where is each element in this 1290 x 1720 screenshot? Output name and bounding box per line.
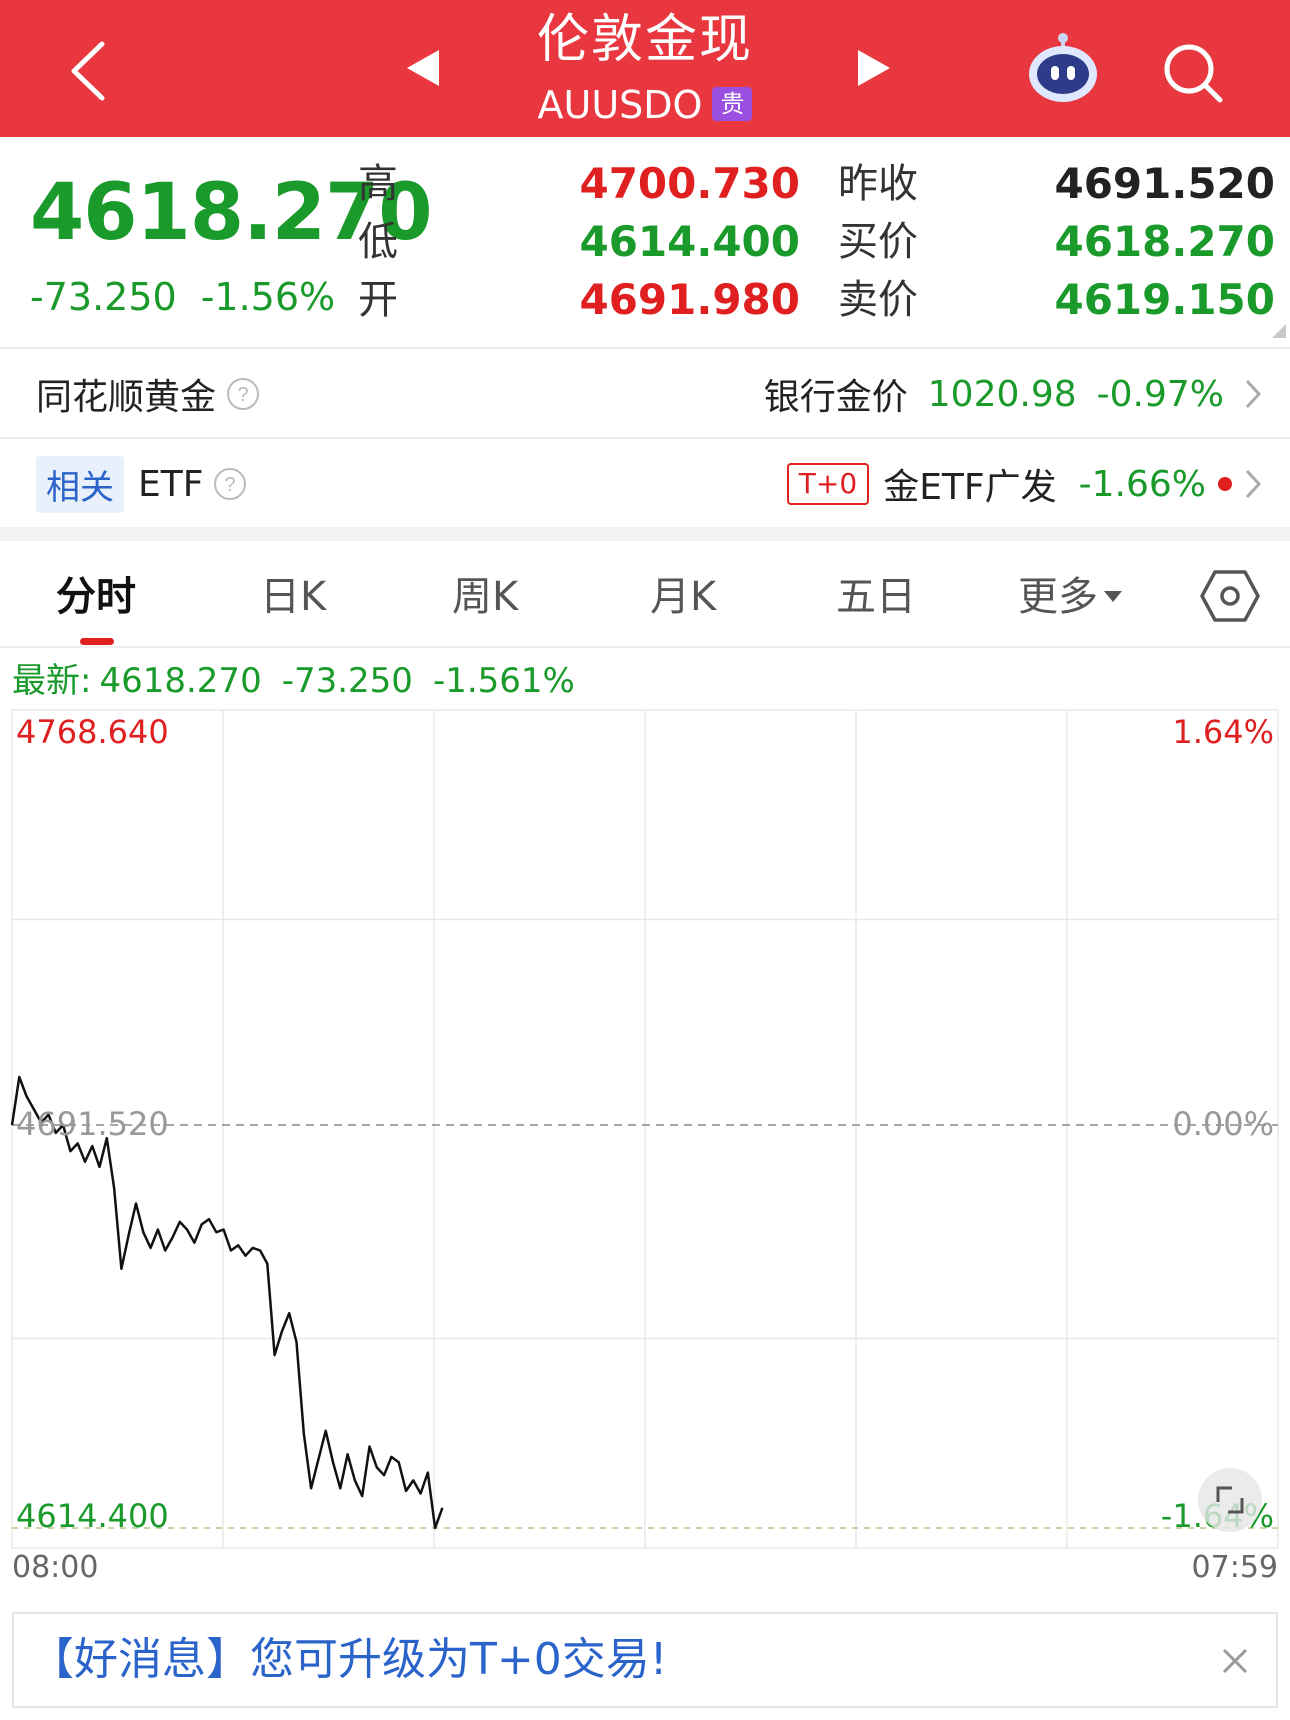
price-change-line: -73.250 -1.56% (30, 272, 335, 322)
promo-text: 【好消息】您可升级为T+0交易! (30, 1634, 668, 1685)
active-tab-indicator (80, 638, 114, 645)
chart-settings-icon[interactable] (1200, 566, 1260, 626)
chevron-right-icon (1245, 469, 1262, 499)
y-min-label: 4614.400 (16, 1497, 169, 1535)
chevron-right-icon (1245, 379, 1262, 409)
related-tag: 相关 (36, 455, 124, 513)
low-label: 低 (358, 219, 398, 265)
intraday-chart[interactable] (0, 700, 1290, 1550)
bank-gold-value: 1020.98 (927, 373, 1077, 415)
tab-monthly-k[interactable]: 月K (650, 572, 716, 622)
bank-gold-label: 银行金价 (763, 377, 908, 418)
latest-price: 4618.270 (99, 661, 262, 701)
open-value: 4691.980 (579, 275, 800, 324)
prev-close-value: 4691.520 (1054, 159, 1275, 208)
high-value: 4700.730 (579, 159, 800, 208)
related-etf-left: 相关 ETF ? (36, 440, 247, 528)
gold-index-left: 同花顺黄金 ? (36, 350, 260, 438)
etf-name: 金ETF广发 (883, 467, 1057, 508)
next-instrument-icon[interactable] (856, 48, 892, 88)
instrument-code: AUUSDO (537, 83, 703, 127)
x-start-label: 08:00 (12, 1550, 99, 1585)
gold-index-row[interactable]: 同花顺黄金 ? 银行金价 1020.98 -0.97% (0, 350, 1290, 438)
high-label: 高 (358, 161, 398, 207)
tab-more[interactable]: 更多 (1018, 572, 1122, 622)
close-bid-ask-labels: 昨收 买价 卖价 (838, 155, 918, 329)
open-label: 开 (358, 277, 398, 323)
help-icon[interactable]: ? (226, 377, 260, 411)
promo-banner[interactable]: 【好消息】您可升级为T+0交易! (12, 1612, 1278, 1708)
divider (0, 347, 1290, 349)
fullscreen-button[interactable] (1198, 1468, 1262, 1532)
svg-text:?: ? (225, 474, 236, 496)
etf-quote[interactable]: T+0 金ETF广发 -1.66% (786, 440, 1264, 528)
previous-instrument-icon[interactable] (405, 48, 441, 88)
low-value: 4614.400 (579, 217, 800, 266)
latest-quote-line: 最新: 4618.270 -73.250 -1.561% (12, 656, 575, 706)
svg-text:?: ? (237, 384, 248, 406)
tab-weekly-k[interactable]: 周K (452, 572, 518, 622)
ask-value: 4619.150 (1054, 275, 1275, 324)
y-max-label: 4768.640 (16, 713, 169, 751)
instrument-code-line: AUUSDO 贵 (440, 78, 850, 132)
pct-ref-label: 0.00% (1172, 1105, 1274, 1143)
search-icon[interactable] (1160, 40, 1226, 106)
expand-corner-icon[interactable] (1272, 324, 1286, 338)
high-low-open-labels: 高 低 开 (358, 155, 398, 329)
latest-prefix: 最新: (12, 661, 92, 701)
notification-dot (1218, 477, 1232, 491)
caret-down-icon (1104, 591, 1122, 602)
price-change: -73.250 (30, 275, 177, 319)
close-bid-ask-values: 4691.520 4618.270 4619.150 (1010, 155, 1275, 329)
divider (0, 646, 1290, 648)
price-line (10, 1075, 444, 1530)
assistant-robot-icon[interactable] (1024, 30, 1102, 108)
etf-label: ETF (138, 463, 204, 505)
t0-tag: T+0 (786, 463, 870, 505)
back-arrow-icon[interactable] (60, 38, 120, 104)
pct-max-label: 1.64% (1172, 713, 1274, 751)
x-end-label: 07:59 (1191, 1550, 1278, 1585)
ask-label: 卖价 (838, 277, 918, 323)
app-header: 伦敦金现 AUUSDO 贵 (0, 0, 1290, 137)
tab-intraday[interactable]: 分时 (56, 572, 136, 622)
latest-change: -73.250 (281, 661, 413, 701)
instrument-title: 伦敦金现 (536, 10, 753, 70)
bank-gold-change: -0.97% (1096, 373, 1224, 415)
price-change-percent: -1.56% (200, 275, 336, 319)
related-etf-row[interactable]: 相关 ETF ? T+0 金ETF广发 -1.66% (0, 440, 1290, 528)
section-gap (0, 527, 1290, 541)
chart-tabs: 分时 日K 周K 月K 五日 更多 (0, 552, 1290, 644)
fullscreen-icon (1216, 1486, 1244, 1514)
bid-label: 买价 (838, 219, 918, 265)
high-low-open-values: 4700.730 4614.400 4691.980 (560, 155, 800, 329)
divider (0, 437, 1290, 439)
prev-close-label: 昨收 (838, 161, 918, 207)
tab-daily-k[interactable]: 日K (260, 572, 326, 622)
etf-change: -1.66% (1078, 463, 1206, 505)
bank-gold-price[interactable]: 银行金价 1020.98 -0.97% (764, 350, 1264, 438)
bid-value: 4618.270 (1054, 217, 1275, 266)
gold-index-label: 同花顺黄金 (36, 377, 217, 418)
tab-more-label: 更多 (1018, 574, 1098, 620)
precious-metal-badge: 贵 (712, 87, 753, 121)
tab-five-day[interactable]: 五日 (836, 572, 916, 622)
y-ref-label: 4691.520 (16, 1105, 169, 1143)
latest-pct: -1.561% (432, 661, 575, 701)
close-icon[interactable] (1218, 1644, 1252, 1678)
help-icon[interactable]: ? (213, 467, 247, 501)
